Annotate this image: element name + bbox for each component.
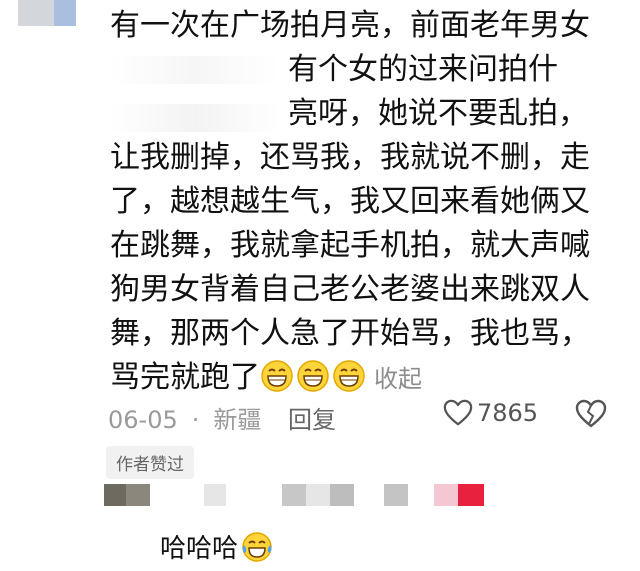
like-count: 7865 bbox=[477, 399, 539, 427]
comment-line: 亮呀，她说不要乱拍， bbox=[288, 96, 588, 131]
comment-date: 06-05 bbox=[108, 406, 178, 434]
grin-emoji-icon bbox=[333, 360, 365, 392]
like-button[interactable]: 7865 bbox=[443, 398, 538, 428]
sub-reply-text: 哈哈哈 bbox=[160, 534, 239, 564]
user-avatar[interactable] bbox=[0, 0, 76, 28]
redacted-area bbox=[110, 104, 280, 132]
author-liked-badge: 作者赞过 bbox=[106, 446, 194, 479]
comment-line: 有个女的过来问拍什 bbox=[288, 52, 558, 87]
grin-emoji-icon bbox=[297, 360, 329, 392]
comment-line: 舞，那两个人急了开始骂，我也骂， bbox=[110, 316, 590, 351]
reply-button[interactable]: 回复 bbox=[288, 400, 336, 435]
laugh-tears-emoji-icon bbox=[242, 531, 272, 562]
comment-line: 在跳舞，我就拿起手机拍，就大声喊 bbox=[110, 228, 590, 263]
sub-reply: 哈哈哈 bbox=[160, 528, 274, 565]
comment-line: 骂完就跑了 bbox=[110, 360, 260, 395]
collapse-link[interactable]: 收起 bbox=[374, 365, 422, 393]
redacted-area bbox=[110, 56, 280, 84]
heart-icon bbox=[443, 399, 473, 426]
broken-heart-icon[interactable] bbox=[575, 398, 607, 430]
comment-location: 新疆 bbox=[213, 406, 262, 434]
comment-meta: 06-05 · 新疆 bbox=[108, 400, 275, 435]
comment-line: 让我删掉，还骂我，我就说不删，走 bbox=[110, 140, 590, 175]
comment-line: 了，越想越生气，我又回来看她俩又 bbox=[110, 184, 590, 219]
avatar-block bbox=[18, 0, 54, 26]
dot-separator: · bbox=[191, 406, 200, 434]
avatar-block bbox=[54, 0, 76, 26]
grin-emoji-icon bbox=[261, 360, 293, 392]
comment-line: 有一次在广场拍月亮，前面老年男女 bbox=[110, 8, 590, 43]
comment-line: 狗男女背着自己老公老婆出来跳双人 bbox=[110, 272, 590, 307]
comment-last-line: 骂完就跑了 收起 bbox=[110, 358, 422, 399]
